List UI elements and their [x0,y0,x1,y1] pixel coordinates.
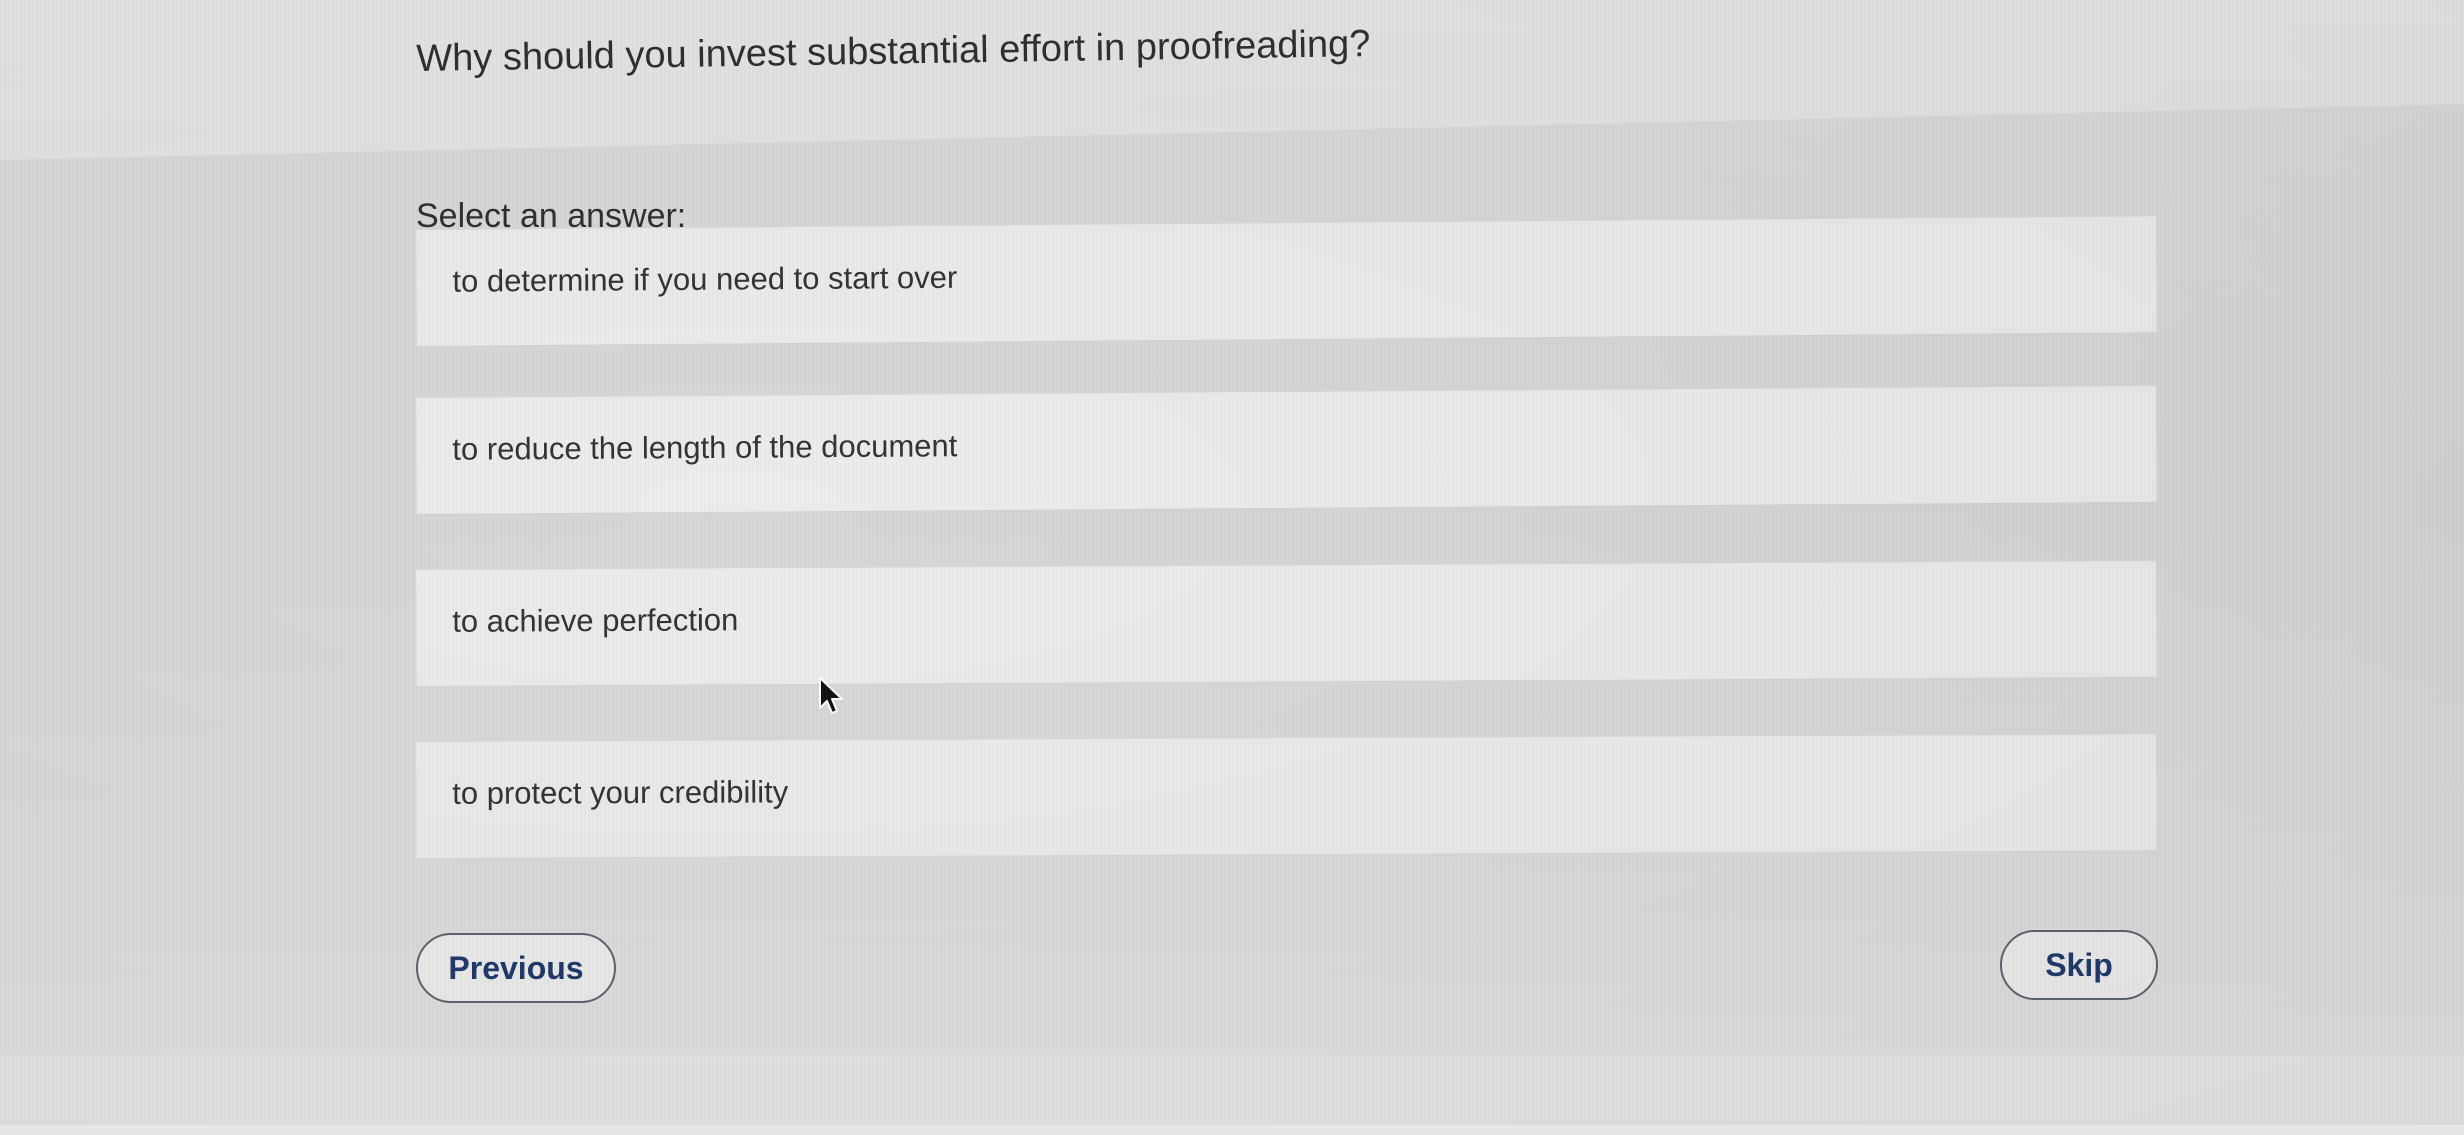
answer-option-label: to reduce the length of the document [452,428,958,467]
header-band [0,0,2464,161]
answer-option[interactable]: to achieve perfection [416,560,2157,686]
mouse-pointer-icon [819,677,843,714]
skip-button[interactable]: Skip [2000,930,2158,1000]
answer-option[interactable]: to determine if you need to start over [416,216,2157,346]
answer-option[interactable]: to reduce the length of the document [416,385,2157,514]
answer-option-label: to protect your credibility [452,774,789,811]
answer-option-label: to achieve perfection [452,602,739,639]
previous-button[interactable]: Previous [416,933,616,1003]
footer-band [0,1055,2464,1135]
answer-option-label: to determine if you need to start over [452,259,958,299]
answer-option[interactable]: to protect your credibility [416,734,2157,858]
